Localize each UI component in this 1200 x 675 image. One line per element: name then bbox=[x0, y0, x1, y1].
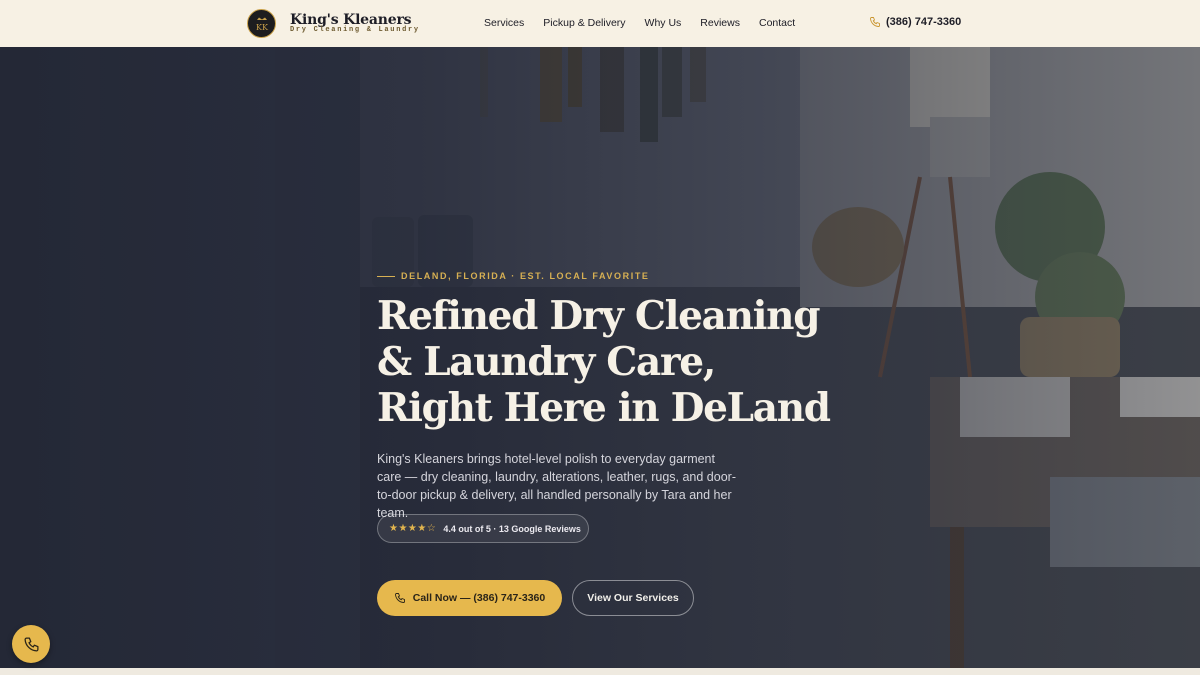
call-now-button[interactable]: Call Now — (386) 747-3360 bbox=[377, 580, 562, 616]
phone-icon bbox=[870, 17, 880, 27]
hero-headline: Refined Dry Cleaning & Laundry Care, Rig… bbox=[377, 293, 831, 431]
rating-badge[interactable]: ★★★★☆ 4.4 out of 5 · 13 Google Reviews bbox=[377, 514, 589, 543]
nav-item-why-us[interactable]: Why Us bbox=[645, 17, 682, 29]
call-now-label: Call Now — (386) 747-3360 bbox=[412, 592, 546, 604]
nav-item-reviews[interactable]: Reviews bbox=[700, 17, 740, 29]
brand-logo[interactable]: KK bbox=[247, 9, 276, 38]
main-nav: Services Pickup & Delivery Why Us Review… bbox=[484, 17, 795, 29]
view-services-button[interactable]: View Our Services bbox=[572, 580, 694, 616]
next-section-edge bbox=[0, 668, 1200, 675]
star-rating-icon: ★★★★☆ bbox=[389, 523, 437, 534]
phone-icon bbox=[394, 593, 405, 603]
eyebrow-rule bbox=[377, 275, 395, 277]
rating-text: 4.4 out of 5 · 13 Google Reviews bbox=[443, 523, 581, 534]
nav-item-contact[interactable]: Contact bbox=[759, 17, 795, 29]
crown-monogram-icon: KK bbox=[256, 17, 269, 32]
hero-section: DELAND, FLORIDA · EST. LOCAL FAVORITE Re… bbox=[0, 47, 1200, 668]
hero-lede: King's Kleaners brings hotel-level polis… bbox=[377, 452, 736, 520]
svg-text:KK: KK bbox=[256, 23, 269, 32]
floating-call-button[interactable] bbox=[12, 625, 50, 663]
eyebrow-text: DELAND, FLORIDA · EST. LOCAL FAVORITE bbox=[401, 271, 650, 281]
nav-item-pickup-delivery[interactable]: Pickup & Delivery bbox=[543, 17, 625, 29]
site-header: KK King's Kleaners Dry Cleaning & Laundr… bbox=[0, 0, 1200, 47]
phone-icon bbox=[23, 636, 39, 652]
nav-item-services[interactable]: Services bbox=[484, 17, 524, 29]
hero-eyebrow: DELAND, FLORIDA · EST. LOCAL FAVORITE bbox=[377, 271, 650, 281]
header-phone-link[interactable]: (386) 747-3360 bbox=[869, 16, 961, 28]
header-phone-number: (386) 747-3360 bbox=[886, 16, 962, 28]
brand-tagline: Dry Cleaning & Laundry bbox=[290, 26, 420, 34]
